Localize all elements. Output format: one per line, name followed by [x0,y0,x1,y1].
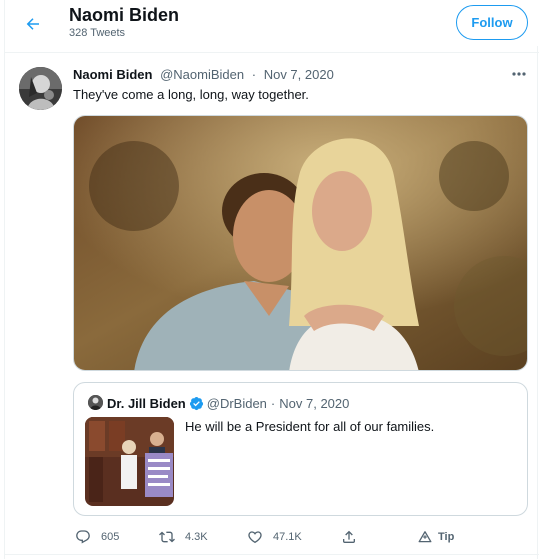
quote-author-line: Dr. Jill Biden @DrBiden · Nov 7, 2020 [107,396,349,411]
share-icon [343,530,355,543]
reply-icon [76,530,90,544]
author-handle[interactable]: @NaomiBiden [160,67,244,82]
bottom-divider [5,554,539,555]
heart-icon [248,531,262,544]
quote-author-name: Dr. Jill Biden [107,396,186,411]
tweet-date[interactable]: Nov 7, 2020 [264,67,334,82]
quote-avatar [88,395,103,410]
tweet-actions: 605 4.3K 47.1K Tip [73,526,528,548]
back-button[interactable] [19,10,47,38]
quote-date-separator: · [270,396,276,411]
like-count: 47.1K [273,531,302,543]
retweet-icon [159,531,175,543]
more-options-button[interactable] [509,66,529,82]
tweet-photo[interactable] [73,115,528,371]
arrow-left-icon [26,18,39,30]
tip-button[interactable]: Tip [418,526,454,548]
retweet-button[interactable]: 4.3K [159,526,208,548]
tip-label: Tip [438,531,455,543]
profile-header: Naomi Biden 328 Tweets Follow [5,0,539,46]
verified-badge-icon [189,396,203,411]
header-divider [5,52,539,53]
tweet-count: 328 Tweets [69,27,126,39]
avatar[interactable] [19,67,62,110]
author-name[interactable]: Naomi Biden [73,67,152,82]
more-horizontal-icon [512,72,526,76]
reply-button[interactable]: 605 [75,526,119,548]
reply-count: 605 [101,531,120,543]
like-button[interactable]: 47.1K [247,526,302,548]
quote-date: Nov 7, 2020 [279,396,350,411]
tweet-text: They've come a long, long, way together. [73,87,309,102]
share-button[interactable] [341,526,367,548]
quote-text: He will be a President for all of our fa… [185,419,435,434]
quote-media [85,417,174,506]
tweet-author-line: Naomi Biden @NaomiBiden · Nov 7, 2020 [73,67,334,82]
profile-name: Naomi Biden [69,5,180,25]
tip-icon [418,531,432,543]
quote-author-handle: @DrBiden [206,396,267,411]
retweet-count: 4.3K [185,531,208,543]
follow-button[interactable]: Follow [456,5,528,40]
tweet-page: Naomi Biden 328 Tweets Follow Naomi Bide… [4,0,539,559]
date-separator: · [251,67,257,82]
quoted-tweet[interactable]: Dr. Jill Biden @DrBiden · Nov 7, 2020 He… [73,382,528,516]
